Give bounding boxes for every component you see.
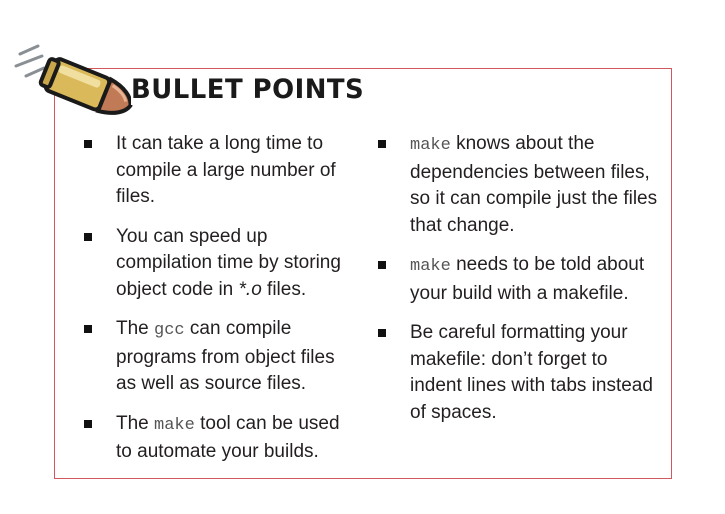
- list-item: It can take a long time to compile a lar…: [82, 131, 357, 211]
- code-term: make: [410, 136, 451, 155]
- item-text: Be careful formatting your makefile: don…: [410, 322, 653, 423]
- item-text: The: [116, 412, 155, 434]
- square-bullet-icon: [84, 140, 92, 148]
- list-item: make needs to be told about your build w…: [376, 252, 661, 307]
- item-text: The: [116, 318, 155, 339]
- square-bullet-icon: [378, 261, 386, 269]
- square-bullet-icon: [84, 325, 92, 333]
- page-title: BULLET POINTS: [131, 74, 369, 105]
- square-bullet-icon: [84, 419, 92, 428]
- list-item: make knows about the dependencies betwee…: [376, 131, 661, 239]
- code-term: make: [410, 257, 451, 276]
- left-bullet-list: It can take a long time to compile a lar…: [82, 131, 357, 479]
- item-text: It can take a long time to compile a lar…: [116, 133, 336, 207]
- square-bullet-icon: [84, 232, 92, 241]
- list-item: The make tool can be used to automate yo…: [82, 411, 357, 466]
- right-bullet-list: make knows about the dependencies betwee…: [376, 131, 661, 439]
- item-text-end: files.: [261, 278, 307, 300]
- bullet-cartridge-icon: [14, 44, 133, 115]
- code-term: make: [154, 415, 195, 435]
- list-item: The gcc can compile programs from object…: [82, 316, 357, 398]
- square-bullet-icon: [378, 140, 386, 148]
- list-item: Be careful formatting your makefile: don…: [376, 320, 661, 426]
- square-bullet-icon: [378, 329, 386, 337]
- list-item: You can speed up compilation time by sto…: [82, 224, 357, 304]
- code-term: gcc: [154, 321, 185, 340]
- item-text: You can speed up compilation time by sto…: [116, 225, 341, 300]
- file-extension: *.o: [238, 278, 262, 300]
